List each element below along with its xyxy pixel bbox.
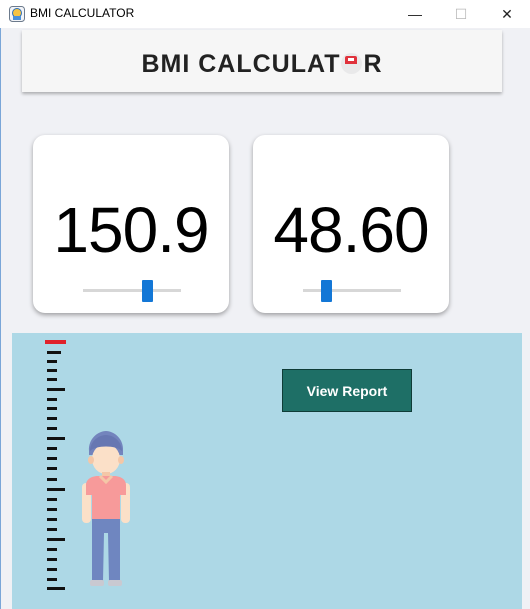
scale-ticks xyxy=(47,351,65,590)
weight-slider-track[interactable] xyxy=(303,289,401,292)
page-title-part-1: BMI CALCULAT xyxy=(141,49,341,78)
bmi-scene: View Report xyxy=(12,333,522,609)
minimize-icon: — xyxy=(408,6,422,22)
weight-value: 48.60 xyxy=(273,194,429,266)
view-report-button[interactable]: View Report xyxy=(282,369,412,412)
height-slider-thumb[interactable] xyxy=(142,280,153,302)
header-banner: BMI CALCULAT R xyxy=(22,30,502,92)
height-value: 150.9 xyxy=(53,194,209,266)
weight-slider-thumb[interactable] xyxy=(321,280,332,302)
height-slider-track[interactable] xyxy=(83,289,181,292)
height-card: 150.9 xyxy=(33,135,229,313)
height-scale-icon xyxy=(45,340,66,590)
scale-o-icon xyxy=(341,52,363,74)
scale-top-marker xyxy=(45,340,66,344)
window-titlebar[interactable]: BMI CALCULATOR — ☐ ✕ xyxy=(0,0,530,28)
app-body: BMI CALCULAT R 150.9 48.60 View Report xyxy=(0,28,530,609)
page-title: BMI CALCULAT R xyxy=(141,50,382,79)
maximize-icon: ☐ xyxy=(454,5,468,22)
page-title-part-2: R xyxy=(363,49,383,78)
app-icon xyxy=(9,6,25,22)
person-figure-icon xyxy=(82,431,130,586)
close-button[interactable]: ✕ xyxy=(484,0,530,28)
maximize-button[interactable]: ☐ xyxy=(438,0,484,28)
close-icon: ✕ xyxy=(501,5,513,22)
minimize-button[interactable]: — xyxy=(392,0,438,28)
weight-card: 48.60 xyxy=(253,135,449,313)
window-title: BMI CALCULATOR xyxy=(30,6,135,20)
